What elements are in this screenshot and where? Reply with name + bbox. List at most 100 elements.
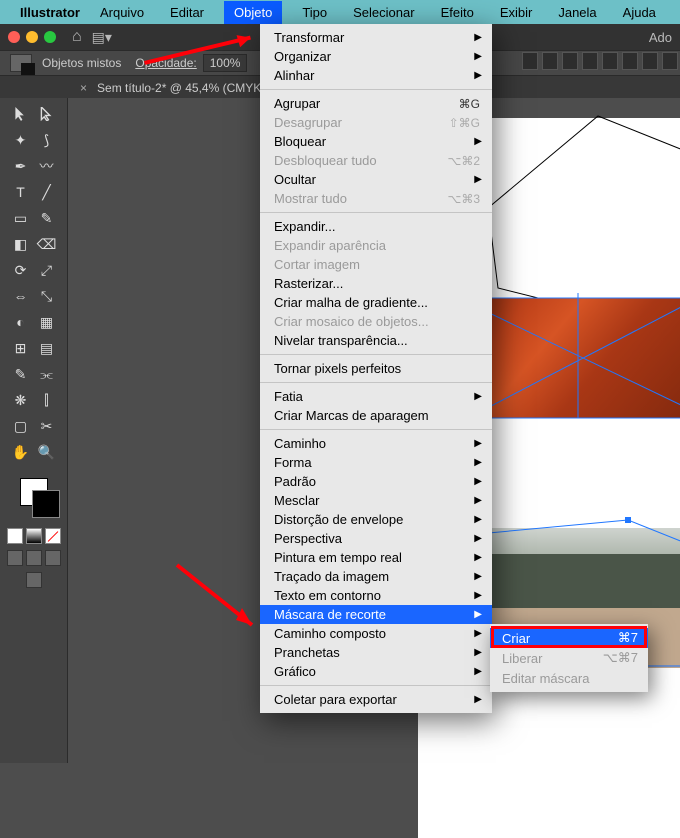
paintbrush-tool-icon[interactable]: ✎: [35, 206, 59, 230]
eyedropper-tool-icon[interactable]: ✎: [9, 362, 33, 386]
menu-item[interactable]: Máscara de recorte▶: [260, 605, 492, 624]
opacity-input[interactable]: 100%: [203, 54, 248, 72]
line-tool-icon[interactable]: ╱: [35, 180, 59, 204]
stroke-swatch-icon[interactable]: [32, 490, 60, 518]
draw-behind-icon[interactable]: [26, 550, 42, 566]
app-name[interactable]: Illustrator: [20, 5, 80, 20]
menu-item: Mostrar tudo⌥⌘3: [260, 189, 492, 208]
eraser-tool-icon[interactable]: ⌫: [35, 232, 59, 256]
none-mode-icon[interactable]: [45, 528, 61, 544]
menu-item[interactable]: Organizar▶: [260, 47, 492, 66]
align-icon[interactable]: [602, 52, 618, 70]
menu-item-editar[interactable]: Editar: [164, 3, 210, 22]
mesh-tool-icon[interactable]: ⊞: [9, 336, 33, 360]
pen-tool-icon[interactable]: ✒: [9, 154, 33, 178]
free-transform-tool-icon[interactable]: ⤡: [35, 284, 59, 308]
menu-item[interactable]: Pranchetas▶: [260, 643, 492, 662]
menu-item[interactable]: Transformar▶: [260, 28, 492, 47]
menu-item-exibir[interactable]: Exibir: [494, 3, 539, 22]
window-close-icon[interactable]: [8, 31, 20, 43]
align-icon[interactable]: [522, 52, 538, 70]
align-icon[interactable]: [622, 52, 638, 70]
slice-tool-icon[interactable]: ✂: [35, 414, 59, 438]
menu-item[interactable]: Coletar para exportar▶: [260, 690, 492, 709]
submenu-item[interactable]: Criar⌘7: [490, 628, 648, 648]
menu-item-objeto[interactable]: Objeto: [224, 1, 282, 24]
menu-item-tipo[interactable]: Tipo: [296, 3, 333, 22]
menu-item[interactable]: Criar malha de gradiente...: [260, 293, 492, 312]
menu-item[interactable]: Expandir...: [260, 217, 492, 236]
menu-separator: [260, 354, 492, 355]
align-icon[interactable]: [542, 52, 558, 70]
draw-inside-icon[interactable]: [45, 550, 61, 566]
menu-item[interactable]: Alinhar▶: [260, 66, 492, 85]
menu-item[interactable]: Pintura em tempo real▶: [260, 548, 492, 567]
menu-item-janela[interactable]: Janela: [552, 3, 602, 22]
align-icon[interactable]: [642, 52, 658, 70]
opacity-label[interactable]: Opacidade:: [135, 56, 196, 70]
menu-item[interactable]: Texto em contorno▶: [260, 586, 492, 605]
menu-item-selecionar[interactable]: Selecionar: [347, 3, 420, 22]
type-tool-icon[interactable]: T: [9, 180, 33, 204]
submenu-arrow-icon: ▶: [474, 514, 482, 525]
blend-tool-icon[interactable]: ⫘: [35, 362, 59, 386]
shape-builder-tool-icon[interactable]: ◐: [9, 310, 33, 334]
curvature-tool-icon[interactable]: 〰: [35, 154, 59, 178]
color-mode-icon[interactable]: [7, 528, 23, 544]
scale-tool-icon[interactable]: ⤢: [35, 258, 59, 282]
rectangle-tool-icon[interactable]: ▭: [9, 206, 33, 230]
menu-item-efeito[interactable]: Efeito: [435, 3, 480, 22]
menu-item[interactable]: Padrão▶: [260, 472, 492, 491]
menu-item-label: Desagrupar: [274, 115, 342, 130]
menu-item[interactable]: Traçado da imagem▶: [260, 567, 492, 586]
menu-item-ajuda[interactable]: Ajuda: [617, 3, 662, 22]
menu-item[interactable]: Ocultar▶: [260, 170, 492, 189]
symbol-sprayer-tool-icon[interactable]: ❋: [9, 388, 33, 412]
menu-item[interactable]: Perspectiva▶: [260, 529, 492, 548]
window-zoom-icon[interactable]: [44, 31, 56, 43]
home-icon[interactable]: ⌂: [72, 28, 82, 46]
direct-selection-tool-icon[interactable]: [35, 102, 59, 126]
align-icon[interactable]: [662, 52, 678, 70]
align-icon[interactable]: [562, 52, 578, 70]
macos-menubar: Illustrator Arquivo Editar Objeto Tipo Selec…: [0, 0, 680, 24]
selection-tool-icon[interactable]: [9, 102, 33, 126]
menu-item[interactable]: Mesclar▶: [260, 491, 492, 510]
menu-item[interactable]: Distorção de envelope▶: [260, 510, 492, 529]
lasso-tool-icon[interactable]: ⟆: [35, 128, 59, 152]
menu-item[interactable]: Agrupar⌘G: [260, 94, 492, 113]
rotate-tool-icon[interactable]: ⟳: [9, 258, 33, 282]
align-icon[interactable]: [582, 52, 598, 70]
hand-tool-icon[interactable]: ✋: [9, 440, 33, 464]
draw-mode-icon[interactable]: [7, 550, 23, 566]
window-minimize-icon[interactable]: [26, 31, 38, 43]
artboard-tool-icon[interactable]: ▢: [9, 414, 33, 438]
menu-item[interactable]: Caminho▶: [260, 434, 492, 453]
document-tab-title[interactable]: Sem título-2* @ 45,4% (CMYK/: [97, 81, 265, 95]
shaper-tool-icon[interactable]: ◧: [9, 232, 33, 256]
menu-item-label: Expandir aparência: [274, 238, 386, 253]
menu-item[interactable]: Rasterizar...: [260, 274, 492, 293]
close-tab-icon[interactable]: ×: [80, 81, 87, 95]
menu-item[interactable]: Fatia▶: [260, 387, 492, 406]
panel-layout-icon[interactable]: ▤▾: [92, 29, 112, 46]
width-tool-icon[interactable]: ⇔: [9, 284, 33, 308]
menu-item[interactable]: Gráfico▶: [260, 662, 492, 681]
menu-item[interactable]: Forma▶: [260, 453, 492, 472]
menu-item[interactable]: Nivelar transparência...: [260, 331, 492, 350]
menu-item[interactable]: Criar Marcas de aparagem: [260, 406, 492, 425]
menu-item[interactable]: Bloquear▶: [260, 132, 492, 151]
column-graph-tool-icon[interactable]: ⫿: [35, 388, 59, 412]
screen-mode-icon[interactable]: [26, 572, 42, 588]
menu-item-arquivo[interactable]: Arquivo: [94, 3, 150, 22]
menu-item[interactable]: Caminho composto▶: [260, 624, 492, 643]
fill-stroke-thumb-icon[interactable]: [10, 54, 32, 72]
gradient-mode-icon[interactable]: [26, 528, 42, 544]
fill-stroke-swatch[interactable]: [20, 478, 48, 506]
magic-wand-tool-icon[interactable]: ✦: [9, 128, 33, 152]
submenu-arrow-icon: ▶: [474, 590, 482, 601]
perspective-tool-icon[interactable]: ▦: [35, 310, 59, 334]
gradient-tool-icon[interactable]: ▤: [35, 336, 59, 360]
zoom-tool-icon[interactable]: 🔍: [35, 440, 59, 464]
menu-item[interactable]: Tornar pixels perfeitos: [260, 359, 492, 378]
